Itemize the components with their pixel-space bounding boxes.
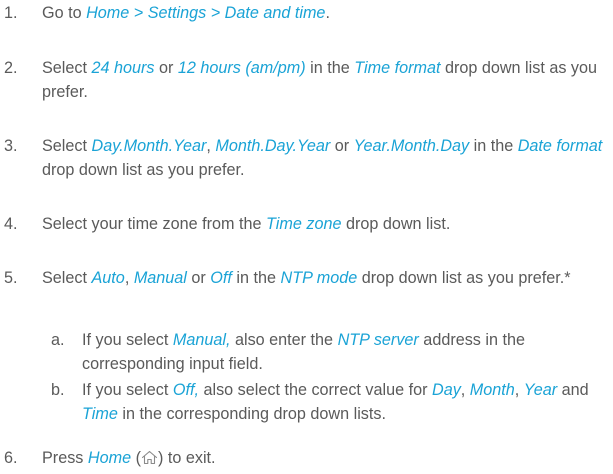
- text-run: (: [131, 449, 141, 467]
- text-run: ,: [514, 381, 524, 399]
- ui-term: Year.Month.Day: [353, 137, 470, 155]
- step-text: Select your time zone from the Time zone…: [42, 212, 608, 236]
- text-run: Select: [42, 269, 92, 287]
- text-run: drop down list.: [341, 215, 451, 233]
- substep-letter: a.: [51, 331, 65, 349]
- text-run: and: [557, 381, 589, 399]
- ui-term: Home > Settings > Date and time: [86, 4, 326, 22]
- ui-term: Off: [210, 269, 232, 287]
- text-run: ,: [460, 381, 470, 399]
- step-number: 2.: [4, 59, 18, 77]
- text-run: in the: [231, 269, 281, 287]
- text-run: Press: [42, 449, 88, 467]
- ui-term: Month: [469, 381, 515, 399]
- text-run: also select the correct value for: [198, 381, 432, 399]
- text-run: in the: [305, 59, 355, 77]
- step-text: Select 24 hours or 12 hours (am/pm) in t…: [42, 56, 608, 104]
- substep-text: If you select Manual, also enter the NTP…: [82, 328, 608, 376]
- home-icon: [141, 450, 158, 465]
- step-number: 5.: [4, 269, 18, 287]
- text-run: ,: [124, 269, 134, 287]
- text-run: or: [330, 137, 354, 155]
- text-run: Select your time zone from the: [42, 215, 267, 233]
- substep-letter: b.: [51, 381, 65, 399]
- text-run: in the: [469, 137, 518, 155]
- ui-term: 12 hours (am/pm): [177, 59, 306, 77]
- text-run: Select: [42, 59, 92, 77]
- step-text: Select Auto, Manual or Off in the NTP mo…: [42, 266, 608, 290]
- text-run: If you select: [82, 381, 173, 399]
- text-run: also enter the: [230, 331, 338, 349]
- text-run: .: [325, 4, 330, 22]
- text-run: ) to exit.: [157, 449, 216, 467]
- step-number: 4.: [4, 215, 18, 233]
- text-run: If you select: [82, 331, 173, 349]
- ui-term: NTP server: [337, 331, 419, 349]
- ui-term: Day: [432, 381, 461, 399]
- instruction-document: 1. Go to Home > Settings > Date and time…: [0, 0, 613, 474]
- text-run: drop down list as you prefer.*: [357, 269, 571, 287]
- step-number: 3.: [4, 137, 18, 155]
- ui-term: Off,: [172, 381, 199, 399]
- ui-term: Year: [523, 381, 558, 399]
- step-number: 6.: [4, 449, 18, 467]
- ui-term: Auto: [91, 269, 125, 287]
- ui-term: Month.Day.Year: [215, 137, 331, 155]
- ui-term: Manual: [133, 269, 187, 287]
- text-run: Select: [42, 137, 92, 155]
- text-run: or: [186, 269, 211, 287]
- text-run: or: [154, 59, 178, 77]
- step-text: Select Day.Month.Year, Month.Day.Year or…: [42, 134, 608, 182]
- text-run: in the corresponding drop down lists.: [117, 405, 386, 423]
- step-text: Press Home ( ) to exit.: [42, 446, 608, 470]
- ui-term: Home: [87, 449, 132, 467]
- ui-term: Manual,: [172, 331, 231, 349]
- ui-term: 24 hours: [91, 59, 155, 77]
- step-text: Go to Home > Settings > Date and time.: [42, 1, 608, 25]
- ui-term: Time: [82, 405, 118, 423]
- ui-term: Time format: [354, 59, 441, 77]
- step-number: 1.: [4, 4, 18, 22]
- ui-term: Date format: [517, 137, 603, 155]
- text-run: drop down list as you prefer.: [42, 161, 245, 179]
- substep-text: If you select Off, also select the corre…: [82, 378, 608, 426]
- ui-term: Time zone: [266, 215, 342, 233]
- ui-term: Day.Month.Year: [91, 137, 207, 155]
- text-run: Go to: [42, 4, 87, 22]
- ui-term: NTP mode: [280, 269, 358, 287]
